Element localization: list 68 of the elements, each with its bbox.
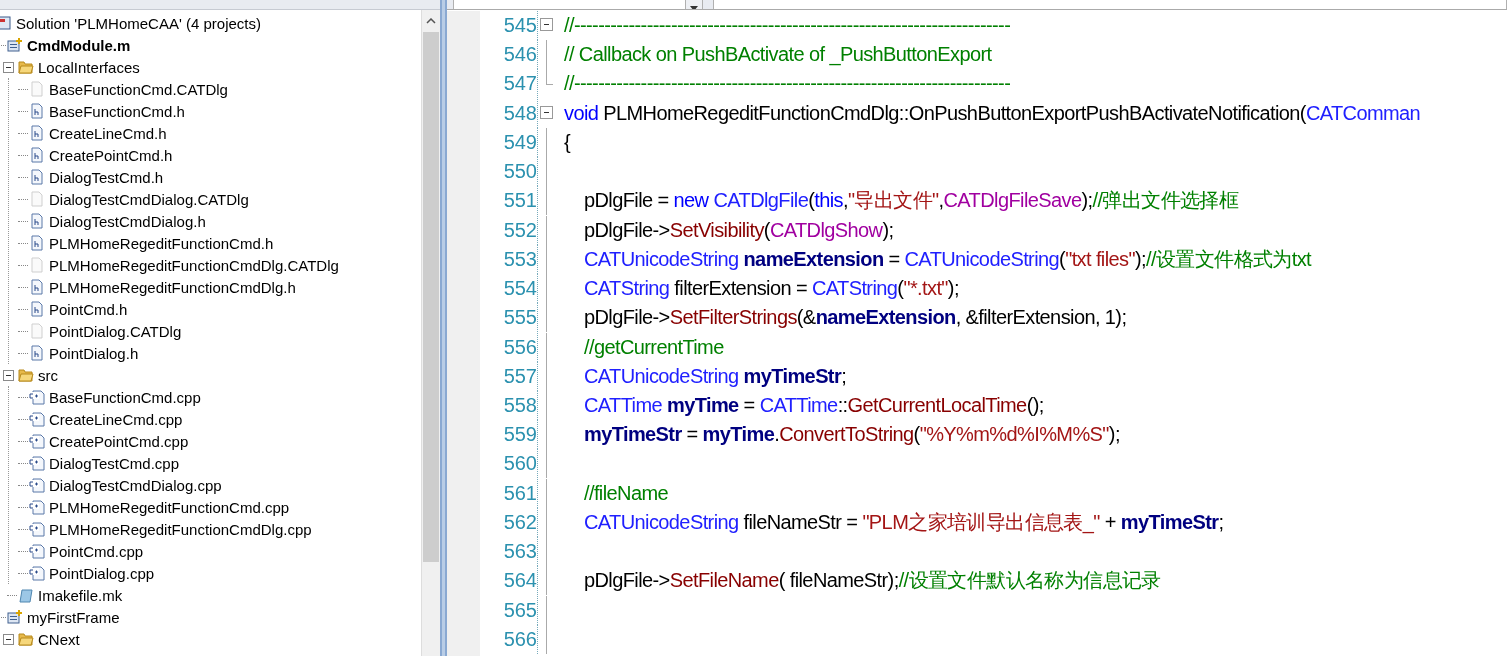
code-line: CATUnicodeString fileNameStr = "PLM之家培训导出信息表_" + myTimeStr; (584, 510, 1224, 533)
tree-item[interactable]: CreateLineCmd.h (49, 124, 167, 142)
code-line: //fileName (584, 481, 669, 504)
tree-item[interactable]: DialogTestCmd.cpp (49, 454, 180, 472)
code-line: //getCurrentTime (584, 335, 724, 358)
tree-item[interactable]: DialogTestCmdDialog.CATDlg (49, 190, 249, 208)
code-line: pDlgFile = new CATDlgFile(this,"导出文件",CATDlgFileSave);//弹出文件选择框 (584, 189, 1239, 212)
tree-item[interactable]: DialogTestCmd.h (49, 168, 164, 186)
line-number: 553 (480, 244, 538, 274)
code-line: { (564, 130, 571, 153)
code-line: pDlgFile->SetFilterStrings(&nameExtension, &filterExtension, 1); (584, 306, 1127, 329)
line-number: 552 (480, 215, 538, 245)
tree-item[interactable]: PointDialog.h (49, 344, 139, 362)
tree-item[interactable]: BaseFunctionCmd.cpp (49, 388, 201, 406)
line-number: 554 (480, 274, 538, 304)
code-line: CATUnicodeString nameExtension = CATUnicodeString("txt files");//设置文件格式为txt (584, 247, 1312, 270)
line-number: 562 (480, 507, 538, 537)
line-number: 561 (480, 478, 538, 508)
tree-item[interactable]: DialogTestCmdDialog.h (49, 212, 206, 230)
tree-item[interactable]: DialogTestCmdDialog.cpp (49, 476, 222, 494)
tree-item[interactable]: CreatePointCmd.cpp (49, 432, 189, 450)
tree-item[interactable]: CreateLineCmd.cpp (49, 410, 183, 428)
tree-item[interactable]: PointDialog.cpp (49, 564, 155, 582)
line-number: 555 (480, 303, 538, 333)
code-line: //------------------------------------------------------------------------ (564, 72, 1011, 95)
code-line: pDlgFile->SetVisibility(CATDlgShow); (584, 218, 894, 241)
tree-item[interactable]: Solution 'PLMHomeCAA' (4 projects) (16, 14, 261, 32)
tree-item[interactable]: BaseFunctionCmd.CATDlg (49, 80, 228, 98)
line-number: 566 (480, 624, 538, 654)
line-number: 559 (480, 420, 538, 450)
code-line: CATUnicodeString myTimeStr; (584, 364, 847, 387)
code-line: //------------------------------------------------------------------------ (564, 14, 1011, 36)
tree-item[interactable]: BaseFunctionCmd.h (49, 102, 185, 120)
tree-item[interactable]: CmdModule.m (27, 36, 131, 54)
code-line: myTimeStr = myTime.ConvertToString("%Y%m%d%I%M%S"); (584, 423, 1120, 446)
line-number: 547 (480, 69, 538, 99)
tree-item[interactable]: PointCmd.h (49, 300, 128, 318)
tree-item[interactable]: Imakefile.mk (38, 586, 123, 604)
tree-item[interactable]: PLMHomeRegeditFunctionCmd.h (49, 234, 274, 252)
code-line: pDlgFile->SetFileName( fileNameStr);//设置文件默认名称为信息记录 (584, 569, 1161, 592)
line-number: 563 (480, 537, 538, 567)
line-number: 557 (480, 361, 538, 391)
line-number: 546 (480, 40, 538, 70)
line-number: 560 (480, 449, 538, 479)
code-line: CATString filterExtension = CATString("*.txt"); (584, 277, 959, 300)
tree-item[interactable]: PLMHomeRegeditFunctionCmd.cpp (49, 498, 290, 516)
tree-item[interactable]: PLMHomeRegeditFunctionCmdDlg.CATDlg (49, 256, 339, 274)
line-number: 556 (480, 332, 538, 362)
line-number: 545 (480, 11, 538, 40)
code-line: CATTime myTime = CATTime::GetCurrentLocalTime(); (584, 394, 1044, 416)
line-number: 558 (480, 391, 538, 420)
tree-item[interactable]: PointCmd.cpp (49, 542, 144, 560)
tree-item[interactable]: myFirstFrame (27, 608, 120, 626)
code-line: void PLMHomeRegeditFunctionCmdDlg::OnPushButtonExportPushBActivateNotification(CATComman (564, 101, 1421, 124)
tree-item[interactable]: src (38, 366, 58, 384)
line-number: 549 (480, 127, 538, 157)
tree-item[interactable]: PLMHomeRegeditFunctionCmdDlg.h (49, 278, 296, 296)
tree-item[interactable]: LocalInterfaces (38, 58, 140, 76)
tree-item[interactable]: CreatePointCmd.h (49, 146, 173, 164)
line-number: 551 (480, 186, 538, 216)
code-line: // Callback on PushBActivate of _PushButtonExport (564, 43, 992, 66)
line-number: 565 (480, 595, 538, 625)
tree-item[interactable]: PointDialog.CATDlg (49, 322, 182, 340)
line-number: 550 (480, 157, 538, 187)
line-number: 548 (480, 98, 538, 128)
line-number: 564 (480, 566, 538, 596)
tree-item[interactable]: PLMHomeRegeditFunctionCmdDlg.cpp (49, 520, 312, 538)
tree-item[interactable]: CNext (38, 630, 80, 648)
